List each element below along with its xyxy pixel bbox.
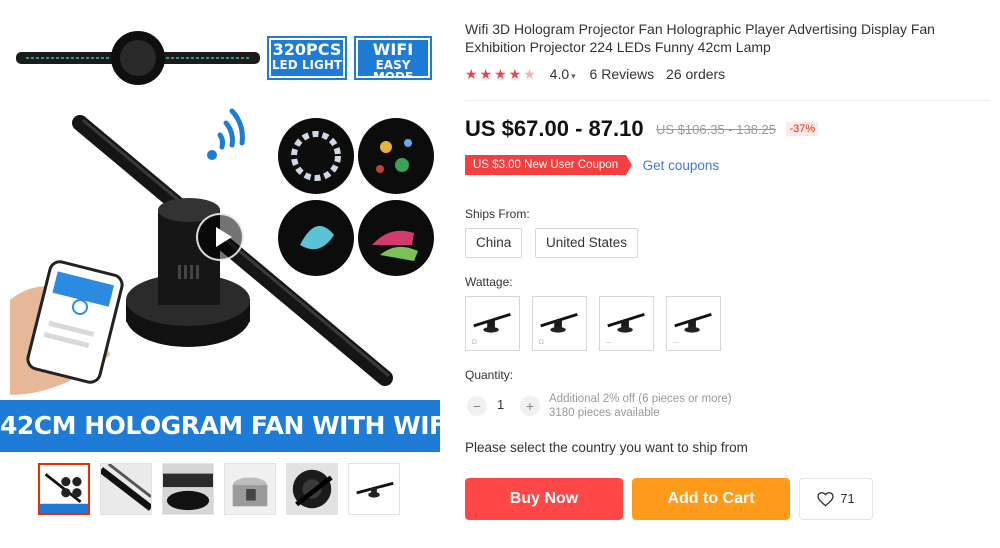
fan-top-view-illustration	[16, 31, 260, 85]
new-user-coupon-tag[interactable]: US $3.00 New User Coupon	[465, 155, 633, 175]
badge-wifi-line2: EASY MODE	[372, 57, 414, 85]
quantity-label: Quantity:	[465, 368, 514, 382]
add-to-cart-button[interactable]: Add to Cart	[632, 478, 790, 520]
thumbnail-strip	[38, 463, 408, 519]
wattage-label: Wattage:	[465, 275, 513, 289]
badge-leds-line1: 320PCS	[272, 40, 342, 59]
svg-text:—: —	[606, 338, 613, 346]
quantity-notes: Additional 2% off (6 pieces or more) 318…	[549, 392, 732, 420]
chevron-down-icon[interactable]: ▾	[571, 71, 576, 82]
buy-now-button[interactable]: Buy Now	[465, 478, 623, 520]
price-row: US $67.00 - 87.10 US $106.35 - 138.25 -3…	[465, 116, 990, 144]
original-price: US $106.35 - 138.25	[656, 121, 777, 137]
quantity-input[interactable]: 1	[497, 397, 504, 412]
bulk-discount-note: Additional 2% off (6 pieces or more)	[549, 393, 732, 405]
quantity-increase-button[interactable]: +	[520, 396, 540, 416]
svg-text:—: —	[673, 338, 680, 346]
badge-wifi-line1: WIFI	[372, 40, 414, 59]
wifi-badge: WIFI EASY MODE	[354, 36, 432, 84]
coupon-row: US $3.00 New User Coupon Get coupons	[465, 155, 719, 177]
product-title: Wifi 3D Hologram Projector Fan Holograph…	[465, 21, 935, 55]
wattage-option-4[interactable]: —	[666, 296, 721, 351]
thumbnail-1[interactable]	[38, 463, 90, 515]
reviews-link[interactable]: 6 Reviews	[590, 66, 655, 82]
ships-from-united-states-option[interactable]: United States	[535, 228, 639, 258]
rating-row: ★★★★★ 4.0 ▾ 6 Reviews 26 orders	[465, 66, 990, 84]
product-gallery: 320PCS LED LIGHT WIFI EASY MODE 42CM HOL…	[0, 0, 445, 548]
filled-stars: ★★★★	[465, 66, 524, 82]
wattage-option-1[interactable]: Ω	[465, 296, 520, 351]
divider	[465, 100, 990, 101]
heart-icon	[817, 492, 834, 507]
star-rating-icon[interactable]: ★★★★★	[465, 66, 538, 83]
wattage-option-2[interactable]: Ω	[532, 296, 587, 351]
half-star-icon: ★	[523, 66, 538, 82]
wattage-option-3[interactable]: —	[599, 296, 654, 351]
gallery-caption: 42CM HOLOGRAM FAN WITH WIFI	[0, 400, 440, 452]
wishlist-button[interactable]: 71	[799, 478, 873, 520]
wifi-icon	[207, 108, 245, 160]
main-product-image[interactable]: 320PCS LED LIGHT WIFI EASY MODE 42CM HOL…	[0, 0, 440, 452]
led-count-badge: 320PCS LED LIGHT	[267, 36, 347, 80]
thumbnail-6[interactable]	[348, 463, 400, 515]
thumbnail-4[interactable]	[224, 463, 276, 515]
quantity-decrease-button[interactable]: −	[467, 396, 487, 416]
play-video-button[interactable]	[196, 213, 244, 261]
ships-from-china-option[interactable]: China	[465, 228, 523, 258]
badge-leds-line2: LED LIGHT	[271, 57, 343, 72]
discount-badge: -37%	[786, 122, 819, 136]
svg-text:Ω: Ω	[472, 338, 477, 346]
thumbnail-3[interactable]	[162, 463, 214, 515]
ship-country-message: Please select the country you want to sh…	[465, 440, 748, 455]
svg-text:Ω: Ω	[539, 338, 544, 346]
current-price: US $67.00 - 87.10	[465, 116, 644, 141]
wishlist-count: 71	[840, 491, 855, 506]
get-coupons-link[interactable]: Get coupons	[643, 158, 720, 173]
ships-from-label: Ships From:	[465, 207, 530, 221]
rating-value[interactable]: 4.0	[550, 66, 569, 82]
stock-available-note: 3180 pieces available	[549, 407, 660, 419]
thumbnail-5[interactable]	[286, 463, 338, 515]
thumbnail-2[interactable]	[100, 463, 152, 515]
orders-count: 26 orders	[666, 66, 726, 82]
